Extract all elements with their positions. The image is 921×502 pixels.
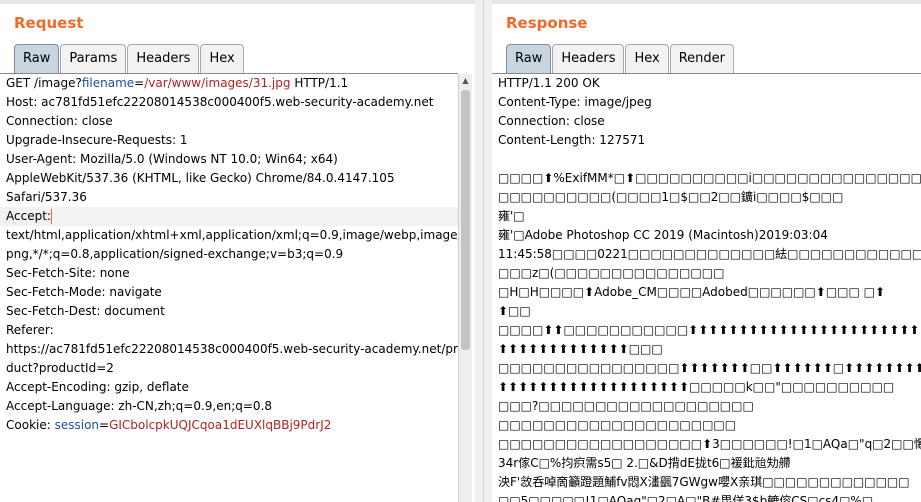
param-equals: =: [134, 76, 145, 90]
header-line: text/html,application/xhtml+xml,applicat…: [6, 228, 458, 242]
header-line: Safari/537.36: [6, 190, 87, 204]
param-value: /var/www/images/31.jpg: [144, 76, 291, 90]
header-line: Sec-Fetch-Site: none: [6, 266, 130, 280]
header-line: AppleWebKit/537.36 (KHTML, like Gecko) C…: [6, 171, 395, 185]
body-line: □□□□⬆%ExifMM*□⬆□□□□□□□□□□i□□□□□□□□□□□□□□…: [498, 171, 921, 185]
cookie-label: Cookie:: [6, 418, 55, 432]
header-line: png,*/*;q=0.8,application/signed-exchang…: [6, 247, 344, 261]
param-name: filename: [81, 76, 135, 90]
response-tab-hex[interactable]: Hex: [625, 44, 669, 73]
body-line: 34r傢C□%抣疻需s5□ 2.□&D揹dE拢t6□褑鈚兘劮艜: [498, 456, 791, 470]
header-line: Host: ac781fd51efc22208014538c000400f5.w…: [6, 95, 434, 109]
header-line: Accept-Language: zh-CN,zh;q=0.9,en;q=0.8: [6, 399, 273, 413]
cookie-name: session: [54, 418, 100, 432]
response-tab-render[interactable]: Render: [669, 44, 734, 73]
body-line: □□□□□□□□□□□□□□□□□□□□□: [498, 418, 737, 432]
body-line: □□□□□□□□□□□□□□□□□□⬆3□□□□□□!□1□AQa□"q□2□□…: [498, 437, 921, 451]
cookie-value: GICbolcpkUQJCqoa1dEUXlqBBj9PdrJ2: [109, 418, 332, 432]
body-line: 泱F'敜呑啅啇籲蹬題鯆fv悶X澅颻7GWgw嚶X亲琪□□□□□□□□□□□□□: [498, 475, 910, 489]
header-line: Connection: close: [6, 114, 113, 128]
request-editor[interactable]: GET /image?filename=/var/www/images/31.j…: [0, 74, 458, 502]
request-tab-headers[interactable]: Headers: [127, 44, 200, 73]
header-line-accept: Accept:: [0, 207, 458, 226]
body-line: □H□H□□□□⬆Adobe_CM□□□□Adobed□□□□□□⬆□□□ □⬆: [498, 285, 886, 299]
request-tab-hex[interactable]: Hex: [200, 44, 244, 73]
body-line: □□□z□(□□□□□□□□□□□□□□□: [498, 266, 725, 280]
body-line: □□□□□□□□□□□□□□□□⬆⬆⬆⬆⬆⬆⬆□□⬆⬆⬆⬆⬆⬆□⬆⬆⬆⬆⬆⬆⬆⬆…: [498, 361, 921, 375]
header-line: https://ac781fd51efc22208014538c000400f5…: [6, 342, 458, 356]
response-header-line: HTTP/1.1 200 OK: [498, 76, 600, 90]
request-method-path: GET /image?: [6, 76, 82, 90]
response-header-line: Connection: close: [498, 114, 605, 128]
body-line: □□5□□□□□!1□AQaq"□2□A□"B#毘佯3$b轆傛CS□cs4□%□: [498, 494, 874, 502]
body-line: ⬆□□: [498, 304, 531, 318]
scrollbar-thumb[interactable]: [461, 90, 470, 350]
request-line: GET /image?filename=/var/www/images/31.j…: [0, 74, 458, 93]
response-title: Response: [506, 14, 588, 32]
response-tab-raw[interactable]: Raw: [506, 44, 552, 73]
body-line: 11:45:58□□□□0221□□□□□□□□□□□□□紶□□□□□□□□□□…: [498, 247, 921, 261]
response-pane: Response Raw Headers Hex Render HTTP/1.1…: [492, 4, 921, 502]
request-pane: Request Raw Params Headers Hex GET /imag…: [0, 4, 475, 502]
scroll-up-icon[interactable]: ▲: [459, 74, 472, 88]
header-line: Referer:: [6, 323, 54, 337]
header-line: Sec-Fetch-Dest: document: [6, 304, 165, 318]
response-tabs: Raw Headers Hex Render: [506, 44, 735, 74]
body-line: □□□□⬆⬆□□□□□□□□□□□⬆⬆⬆⬆⬆⬆⬆⬆⬆⬆⬆⬆⬆⬆⬆⬆⬆⬆⬆⬆⬆⬆⬆…: [498, 323, 921, 337]
header-line: Sec-Fetch-Mode: navigate: [6, 285, 162, 299]
body-line: ⬆⬆⬆⬆⬆⬆⬆⬆⬆⬆⬆⬆⬆⬆⬆⬆⬆⬆⬆□□□□□k□□"□□□□□□□□□□: [498, 380, 895, 394]
response-header-line: Content-Type: image/jpeg: [498, 95, 652, 109]
header-line: User-Agent: Mozilla/5.0 (Windows NT 10.0…: [6, 152, 338, 166]
header-line: Upgrade-Insecure-Requests: 1: [6, 133, 188, 147]
request-protocol: HTTP/1.1: [290, 76, 349, 90]
response-header-line: Content-Length: 127571: [498, 133, 646, 147]
body-line: ⬆⬆⬆⬆⬆⬆⬆⬆⬆⬆⬆⬆⬆□□□: [498, 342, 663, 356]
accept-label: Accept:: [6, 209, 51, 223]
body-line: 雍'□Adobe Photoshop CC 2019 (Macintosh)20…: [498, 228, 828, 242]
request-tab-raw[interactable]: Raw: [14, 44, 60, 73]
cookie-line: Cookie: session=GICbolcpkUQJCqoa1dEUXlqB…: [0, 416, 458, 435]
header-line: Accept-Encoding: gzip, deflate: [6, 380, 189, 394]
pane-splitter-line: [483, 0, 484, 502]
request-scrollbar[interactable]: ▲: [458, 74, 472, 502]
response-editor[interactable]: HTTP/1.1 200 OK Content-Type: image/jpeg…: [492, 74, 921, 502]
text-cursor: [50, 209, 52, 224]
body-line: □□□□□□□□□□(□□□□1□$□□2□□鑛i□□□□$□□□: [498, 190, 844, 204]
request-tabs: Raw Params Headers Hex: [14, 44, 245, 74]
body-line: 雍'□: [498, 209, 525, 223]
cookie-equals: =: [99, 418, 110, 432]
header-line: duct?productId=2: [6, 361, 114, 375]
request-tab-params[interactable]: Params: [60, 44, 127, 73]
response-tab-headers[interactable]: Headers: [552, 44, 625, 73]
request-title: Request: [14, 14, 84, 32]
body-line: □□□?□□□□□□□□□□□□□□□□□□□: [498, 399, 754, 413]
